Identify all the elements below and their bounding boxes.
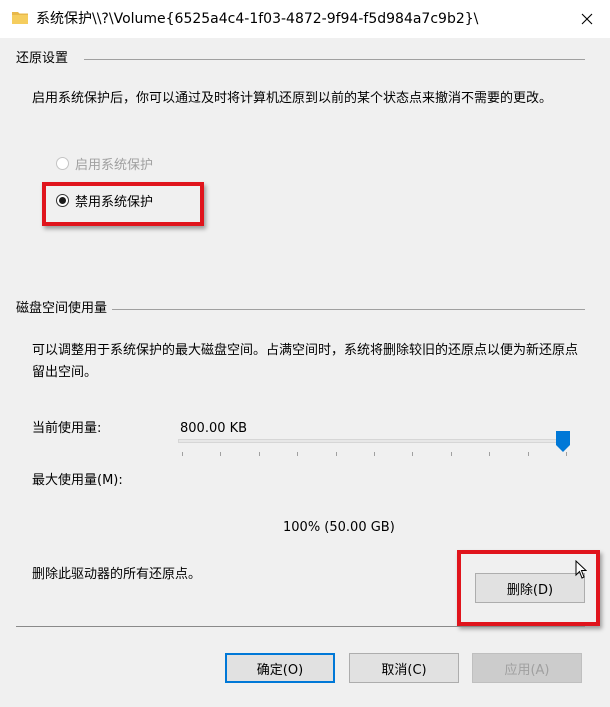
slider-thumb[interactable] [556,431,570,452]
slider-tick [297,452,299,456]
section-divider [84,59,585,60]
folder-icon [12,12,28,24]
section-divider [112,309,585,310]
slider-tick [489,452,491,456]
slider-tick [182,452,183,456]
window-title: 系统保护\\?\Volume{6525a4c4-1f03-4872-9f94-f… [36,11,479,27]
ok-button[interactable]: 确定(O) [225,653,335,683]
mouse-cursor-icon [575,560,587,579]
radio-button[interactable] [56,157,69,170]
slider-tick [527,452,529,456]
slider-tick [566,452,567,456]
disk-description: 可以调整用于系统保护的最大磁盘空间。占满空间时，系统将删除较旧的还原点以便为新还… [32,343,579,380]
slider-tick [374,452,375,456]
max-usage-slider-track[interactable] [178,439,570,443]
highlight-box [42,182,204,226]
slider-tick [258,452,260,456]
max-usage-label: 最大使用量(M): [32,473,123,488]
disk-usage-heading: 磁盘空间使用量 [16,301,108,316]
slider-tick [220,452,222,456]
footer-divider [16,626,585,627]
slider-tick [450,452,452,456]
slider-tick [335,452,337,456]
max-usage-value: 100% (50.00 GB) [283,520,395,535]
current-usage-value: 800.00 KB [180,421,248,436]
delete-restore-points-text: 删除此驱动器的所有还原点。 [32,567,202,582]
enable-protection-radio[interactable]: 启用系统保护 [56,154,153,173]
current-usage-label: 当前使用量: [32,421,102,436]
close-icon [581,13,593,25]
restore-description: 启用系统保护后，你可以通过及时将计算机还原到以前的某个状态点来撤消不需要的更改。 [32,91,553,106]
close-button[interactable] [564,0,610,38]
apply-button: 应用(A) [472,653,582,683]
title-bar: 系统保护\\?\Volume{6525a4c4-1f03-4872-9f94-f… [0,0,610,38]
cancel-button[interactable]: 取消(C) [349,653,459,683]
radio-label: 启用系统保护 [75,158,154,173]
slider-tick [412,452,414,456]
restore-settings-heading: 还原设置 [16,51,69,66]
